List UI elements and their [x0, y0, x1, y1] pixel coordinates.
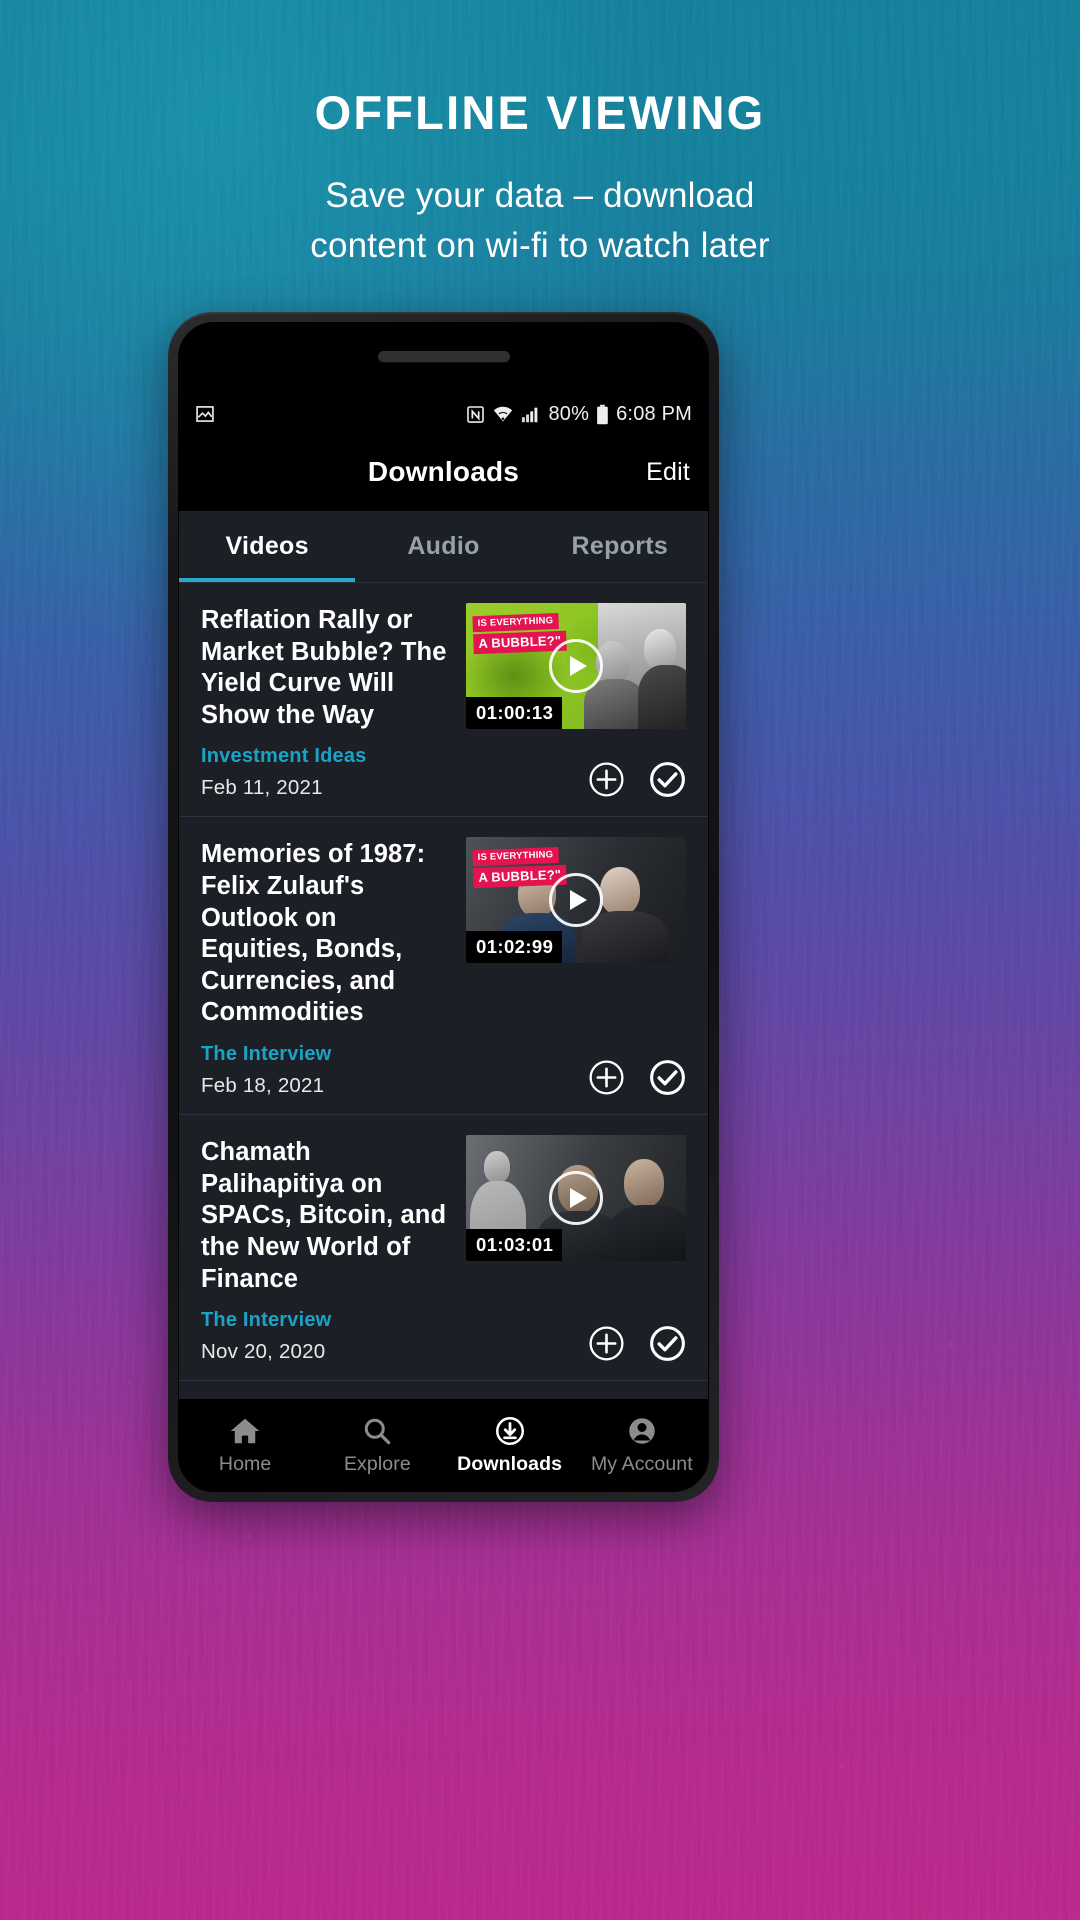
- download-item-bottom: The Interview Feb 18, 2021: [201, 1029, 686, 1114]
- check-circle-icon[interactable]: [649, 1325, 686, 1362]
- download-actions: [588, 761, 686, 800]
- publish-date: Feb 18, 2021: [201, 1074, 325, 1098]
- nav-label-explore: Explore: [343, 1452, 411, 1475]
- play-button[interactable]: [549, 639, 603, 693]
- download-title: Memories of 1987: Felix Zulauf's Outlook…: [201, 840, 426, 1027]
- download-item[interactable]: Mark Cuban: What the Fed-Driven Bubble M…: [179, 1381, 708, 1399]
- download-item-top: Memories of 1987: Felix Zulauf's Outlook…: [201, 837, 686, 1029]
- publish-date: Feb 11, 2021: [201, 776, 323, 800]
- download-item-top: Reflation Rally or Market Bubble? The Yi…: [201, 603, 686, 731]
- download-title: Reflation Rally or Market Bubble? The Yi…: [201, 606, 447, 729]
- cellular-signal-icon: [522, 407, 538, 422]
- app-screen: 80% 6:08 PM Downloads Edit Videos Audio …: [179, 395, 708, 1491]
- tab-reports[interactable]: Reports: [532, 511, 708, 582]
- promo-headline: OFFLINE VIEWING: [314, 86, 766, 139]
- wifi-icon: [494, 406, 513, 421]
- page-title: Downloads: [367, 456, 520, 487]
- play-button[interactable]: [549, 873, 603, 928]
- download-title: Chamath Palihapitiya on SPACs, Bitcoin, …: [201, 1138, 447, 1293]
- nfc-icon: [467, 405, 485, 423]
- account-icon: [629, 1417, 655, 1444]
- video-duration: 01:03:01: [466, 1229, 563, 1262]
- phone-screen-bezel: 80% 6:08 PM Downloads Edit Videos Audio …: [178, 322, 709, 1492]
- download-circle-icon: [495, 1416, 524, 1445]
- video-duration: 01:02:99: [466, 931, 563, 964]
- screenshot-icon: [196, 406, 214, 422]
- video-thumbnail[interactable]: IS EVERYTHING A BUBBLE?" 01:00:13: [466, 603, 686, 729]
- thumbnail-badge-line1: IS EVERYTHING: [472, 847, 559, 867]
- bottom-navigation-bar: Home Explore Downloads My Account: [179, 1399, 708, 1491]
- video-thumbnail[interactable]: 01:03:01: [466, 1135, 686, 1262]
- download-item-top: Chamath Palihapitiya on SPACs, Bitcoin, …: [201, 1135, 686, 1295]
- download-meta: The Interview Feb 18, 2021: [201, 1043, 578, 1098]
- download-item[interactable]: Chamath Palihapitiya on SPACs, Bitcoin, …: [179, 1115, 708, 1382]
- nav-item-explore[interactable]: Explore: [311, 1416, 443, 1476]
- download-item-bottom: The Interview Nov 20, 2020: [201, 1295, 686, 1380]
- play-button[interactable]: [549, 1171, 603, 1226]
- download-meta: Investment Ideas Feb 11, 2021: [201, 745, 578, 800]
- nav-item-home[interactable]: Home: [179, 1416, 311, 1476]
- nav-label-my-account: My Account: [590, 1452, 693, 1475]
- nav-label-downloads: Downloads: [457, 1452, 563, 1475]
- promo-subheadline-line2: content on wi-fi to watch later: [310, 226, 770, 266]
- home-icon: [230, 1418, 260, 1443]
- battery-icon: [597, 404, 608, 424]
- status-bar-right: 80% 6:08 PM: [466, 403, 692, 426]
- downloads-list[interactable]: Reflation Rally or Market Bubble? The Yi…: [179, 583, 708, 1399]
- nav-label-home: Home: [218, 1452, 272, 1475]
- download-item-bottom: Investment Ideas Feb 11, 2021: [201, 731, 686, 816]
- series-link[interactable]: The Interview: [201, 1309, 578, 1332]
- video-thumbnail[interactable]: IS EVERYTHING A BUBBLE?" 01:02:99: [466, 837, 686, 964]
- download-meta: The Interview Nov 20, 2020: [201, 1309, 578, 1364]
- phone-mockup: 80% 6:08 PM Downloads Edit Videos Audio …: [168, 312, 719, 1502]
- clock-label: 6:08 PM: [616, 402, 692, 425]
- video-duration: 01:00:13: [466, 697, 563, 729]
- nav-item-my-account[interactable]: My Account: [576, 1416, 708, 1476]
- check-circle-icon[interactable]: [649, 1059, 686, 1096]
- download-actions: [588, 1325, 686, 1364]
- promo-text-block: OFFLINE VIEWING Save your data – downloa…: [0, 88, 1080, 271]
- promo-subheadline: Save your data – download content on wi-…: [0, 171, 1080, 270]
- tab-audio[interactable]: Audio: [355, 511, 531, 582]
- download-actions: [588, 1059, 686, 1098]
- status-bar: 80% 6:08 PM: [179, 395, 708, 433]
- check-circle-icon[interactable]: [649, 761, 686, 798]
- tab-bar: Videos Audio Reports: [179, 511, 708, 583]
- app-bar: Downloads Edit: [179, 433, 708, 511]
- edit-button[interactable]: Edit: [646, 458, 690, 487]
- thumbnail-badge-line1: IS EVERYTHING: [472, 612, 559, 633]
- battery-percent-label: 80%: [548, 402, 590, 425]
- tab-videos[interactable]: Videos: [179, 511, 356, 582]
- add-circle-icon[interactable]: [588, 1059, 625, 1096]
- add-circle-icon[interactable]: [588, 1325, 625, 1362]
- search-icon: [365, 1418, 391, 1444]
- phone-earpiece-speaker: [377, 351, 510, 362]
- download-item[interactable]: Reflation Rally or Market Bubble? The Yi…: [179, 583, 708, 818]
- series-link[interactable]: Investment Ideas: [201, 745, 578, 768]
- add-circle-icon[interactable]: [588, 761, 625, 798]
- series-link[interactable]: The Interview: [201, 1043, 578, 1066]
- promo-subheadline-line1: Save your data – download: [325, 176, 755, 216]
- nav-item-downloads[interactable]: Downloads: [444, 1416, 576, 1476]
- publish-date: Nov 20, 2020: [201, 1340, 326, 1364]
- status-bar-left: [195, 404, 215, 424]
- download-item[interactable]: Memories of 1987: Felix Zulauf's Outlook…: [179, 817, 708, 1116]
